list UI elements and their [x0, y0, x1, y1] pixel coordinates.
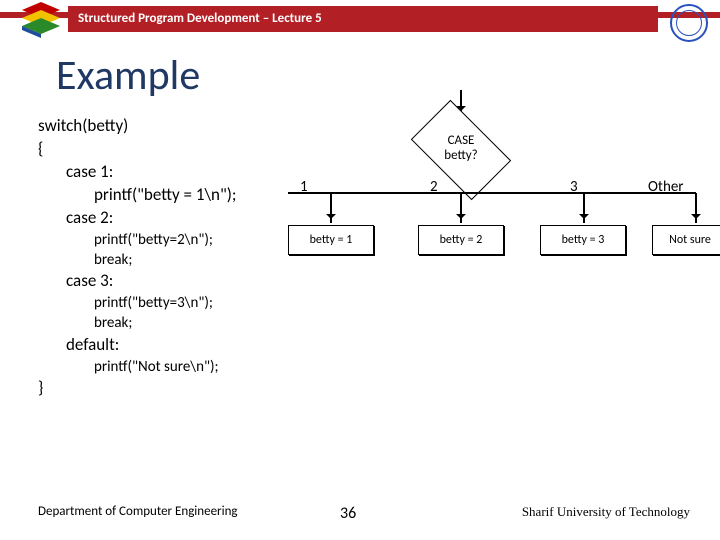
code-line: break; [38, 250, 318, 270]
page-number: 36 [340, 504, 356, 523]
branch-h-line [288, 192, 696, 194]
footer-right: Sharif University of Technology [522, 504, 690, 520]
code-line: break; [38, 313, 318, 333]
diamond-label-l1: CASE [448, 133, 475, 148]
code-line: case 1: [38, 161, 318, 184]
dept-logo-icon [20, 0, 62, 38]
diamond-label-l2: betty? [444, 148, 477, 163]
diamond-label: CASE betty? [418, 134, 504, 164]
flow-box-1: betty = 1 [288, 225, 374, 255]
code-line: printf("betty=2\n"); [38, 230, 318, 250]
arrow-down-2 [460, 193, 462, 223]
footer-left: Department of Computer Engineering [38, 504, 238, 519]
code-line: default: [38, 334, 318, 357]
arrow-down-3 [583, 193, 585, 223]
code-line: printf("betty=3\n"); [38, 293, 318, 313]
slide-header: Structured Program Development – Lecture… [0, 0, 720, 44]
branch-label-other: Other [648, 178, 684, 196]
flow-box-3: betty = 3 [540, 225, 626, 255]
code-block: switch(betty) { case 1: printf("betty = … [38, 115, 318, 400]
code-line: { [38, 138, 318, 161]
arrow-down-1 [330, 193, 332, 223]
flow-box-4: Not sure [652, 225, 720, 255]
code-line: printf("Not sure\n"); [38, 357, 318, 377]
code-line: } [38, 377, 318, 400]
code-line: case 3: [38, 270, 318, 293]
code-line: switch(betty) [38, 115, 318, 138]
university-logo-icon [670, 4, 708, 42]
branch-label-2: 2 [430, 178, 438, 196]
code-line: case 2: [38, 207, 318, 230]
branch-label-1: 1 [300, 178, 308, 196]
branch-label-3: 3 [570, 178, 578, 196]
code-line: printf("betty = 1\n"); [38, 184, 318, 207]
arrow-down-4 [695, 193, 697, 223]
flowchart: CASE betty? 1 2 3 Other betty = 1 betty … [300, 90, 715, 310]
slide-title: Example [56, 50, 200, 101]
flow-box-2: betty = 2 [418, 225, 504, 255]
slide-footer: Department of Computer Engineering 36 Sh… [0, 504, 720, 528]
header-title: Structured Program Development – Lecture… [68, 6, 658, 32]
